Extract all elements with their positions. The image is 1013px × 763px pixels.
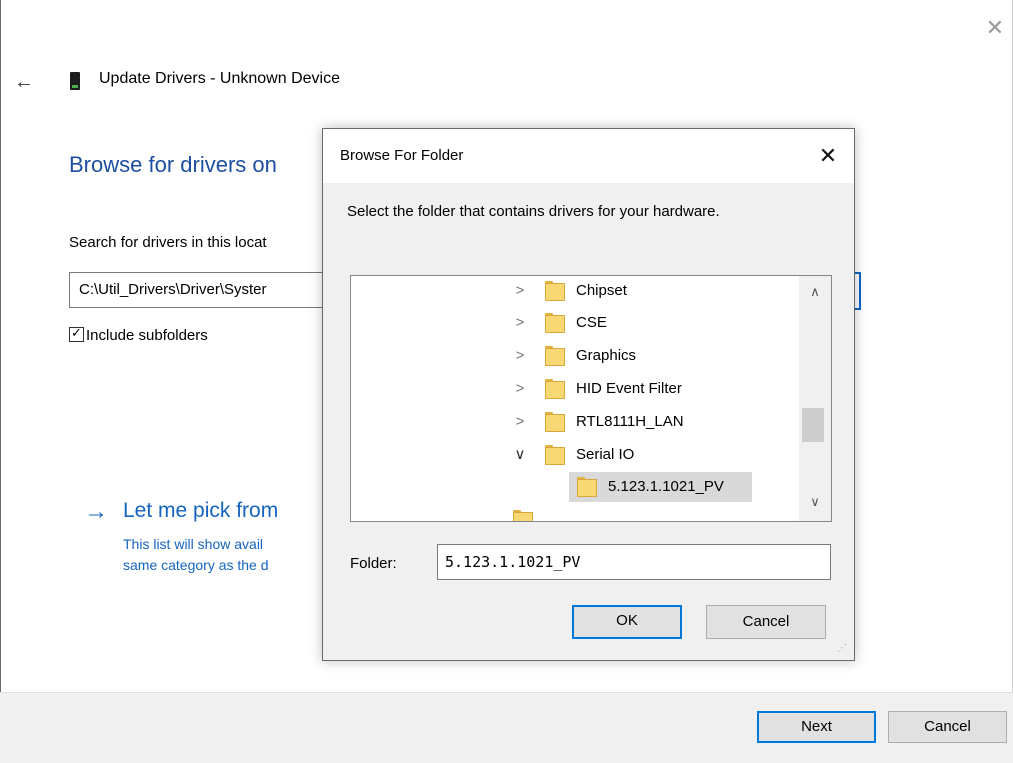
folder-label: Folder:	[350, 555, 397, 572]
tree-item-label: RTL8111H_LAN	[576, 413, 684, 430]
pick-description: This list will show avail	[123, 536, 264, 552]
tree-item[interactable]: > RTL8111H_LAN	[351, 407, 791, 437]
back-arrow-icon[interactable]: ←	[14, 70, 44, 94]
folder-icon	[545, 445, 565, 465]
cancel-button[interactable]: Cancel	[888, 711, 1007, 743]
pick-from-list-link[interactable]: Let me pick from	[123, 499, 278, 523]
include-subfolders-option[interactable]: ✓ Include subfolders	[69, 325, 208, 344]
folder-tree[interactable]: > Chipset > CSE > Graphics > HID Event F…	[350, 275, 832, 522]
folder-icon	[545, 346, 565, 366]
tree-item-selected[interactable]: 5.123.1.1021_PV	[351, 472, 791, 502]
tree-item-label: HID Event Filter	[576, 380, 682, 397]
scroll-thumb[interactable]	[802, 408, 824, 442]
tree-item-label: CSE	[576, 314, 607, 331]
scroll-up-icon[interactable]: ∧	[799, 280, 831, 304]
cancel-button[interactable]: Cancel	[706, 605, 826, 639]
scroll-down-icon[interactable]: ∨	[799, 490, 831, 514]
expand-chevron-icon[interactable]: >	[511, 308, 529, 338]
browse-for-folder-dialog: Browse For Folder ✕ Select the folder th…	[322, 128, 855, 661]
pick-description: same category as the d	[123, 557, 269, 573]
folder-icon	[513, 510, 533, 521]
tree-item[interactable]: > Chipset	[351, 276, 791, 306]
close-icon[interactable]: ✕	[981, 14, 1009, 42]
tree-item[interactable]: ∨ Serial IO	[351, 440, 791, 470]
folder-icon	[545, 412, 565, 432]
expand-chevron-icon[interactable]: >	[511, 374, 529, 404]
folder-name-input[interactable]: 5.123.1.1021_PV	[437, 544, 831, 580]
tree-item[interactable]: > HID Event Filter	[351, 374, 791, 404]
browse-button-edge	[855, 272, 861, 310]
dialog-instruction: Select the folder that contains drivers …	[347, 203, 720, 220]
arrow-right-icon[interactable]: →	[84, 498, 108, 526]
folder-icon	[545, 379, 565, 399]
expand-chevron-icon[interactable]: >	[511, 341, 529, 371]
expand-chevron-icon[interactable]: >	[511, 276, 529, 306]
include-subfolders-checkbox[interactable]: ✓	[69, 325, 84, 342]
collapse-chevron-icon[interactable]: ∨	[511, 440, 529, 470]
tree-item-label: Graphics	[576, 347, 637, 364]
tree-item[interactable]: > CSE	[351, 308, 791, 338]
dialog-title: Browse For Folder	[340, 147, 464, 164]
close-icon[interactable]: ✕	[811, 139, 845, 173]
tree-item-label: 5.123.1.1021_PV	[608, 478, 724, 495]
window-title: Update Drivers - Unknown Device	[99, 70, 340, 87]
tree-item[interactable]: > Graphics	[351, 341, 791, 371]
update-drivers-window: ✕ ← Update Drivers - Unknown Device Brow…	[0, 0, 1013, 763]
include-subfolders-label: Include subfolders	[86, 327, 208, 344]
ok-button[interactable]: OK	[572, 605, 682, 639]
folder-icon	[545, 313, 565, 333]
page-heading: Browse for drivers on	[69, 152, 277, 177]
checkmark-icon: ✓	[71, 325, 82, 340]
folder-icon	[577, 477, 597, 497]
device-icon	[70, 72, 80, 90]
resize-grip-icon[interactable]: ⋰	[837, 643, 849, 655]
window-border	[0, 0, 1, 763]
tree-item[interactable]	[351, 505, 791, 521]
next-button[interactable]: Next	[757, 711, 876, 743]
tree-scrollbar[interactable]: ∧ ∨	[799, 276, 831, 521]
tree-item-label: Serial IO	[576, 446, 635, 463]
tree-item-label: Chipset	[576, 282, 627, 299]
expand-chevron-icon[interactable]: >	[511, 407, 529, 437]
dialog-titlebar: Browse For Folder ✕	[323, 129, 854, 183]
folder-icon	[545, 281, 565, 301]
search-location-label: Search for drivers in this locat	[69, 234, 267, 251]
